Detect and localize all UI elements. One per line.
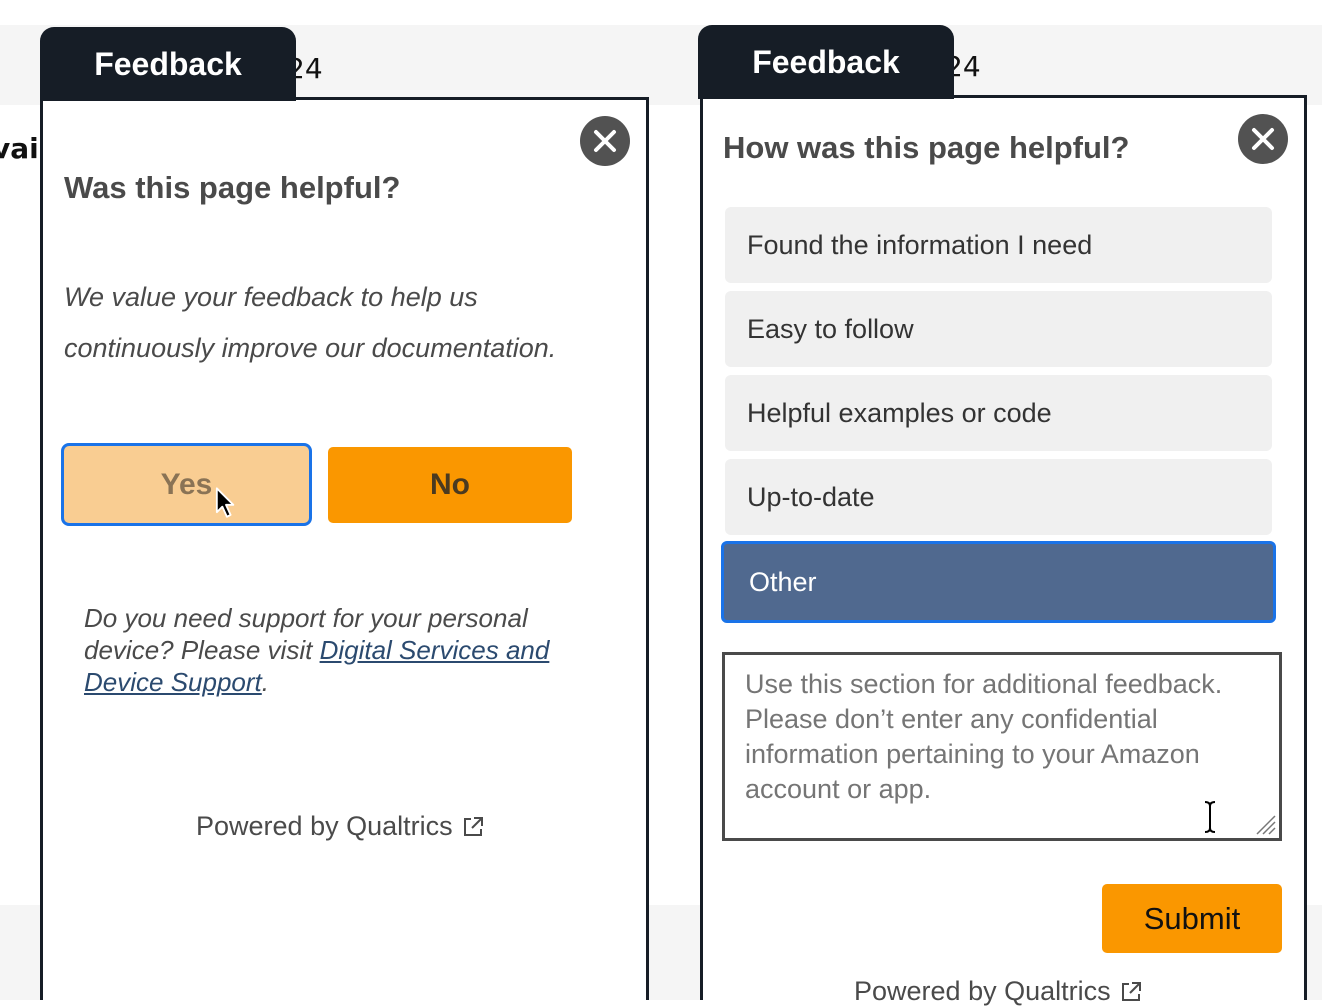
right-feedback-panel: How was this page helpful? Found the inf… <box>700 95 1307 1006</box>
option-other[interactable]: Other <box>721 541 1276 623</box>
yes-button[interactable]: Yes <box>61 443 312 526</box>
external-link-icon <box>463 816 483 836</box>
powered-by-link[interactable]: Powered by Qualtrics <box>196 811 485 842</box>
left-feedback-tab-label: Feedback <box>94 45 242 82</box>
option-label: Helpful examples or code <box>747 397 1052 428</box>
question-title: How was this page helpful? <box>723 130 1130 165</box>
no-button-label: No <box>430 468 470 501</box>
left-feedback-tab[interactable]: Feedback <box>40 27 296 101</box>
no-button[interactable]: No <box>328 447 572 523</box>
close-button[interactable] <box>1238 114 1288 164</box>
yes-button-label: Yes <box>160 467 213 501</box>
powered-by-label: Powered by Qualtrics <box>854 976 1111 1006</box>
arrow-cursor-icon <box>215 487 235 518</box>
question-title: Was this page helpful? <box>64 170 401 205</box>
close-icon <box>594 130 616 152</box>
support-link[interactable]: Digital Services and <box>320 635 550 665</box>
submit-button-label: Submit <box>1143 900 1241 936</box>
powered-by-label: Powered by Qualtrics <box>196 811 453 841</box>
support-line-1: Do you need support for your personal <box>84 603 528 633</box>
text-cursor-icon <box>1204 801 1216 833</box>
option-label: Found the information I need <box>747 229 1093 260</box>
support-suffix: . <box>261 667 269 697</box>
option-up-to-date[interactable]: Up-to-date <box>725 459 1272 535</box>
option-found-information[interactable]: Found the information I need <box>725 207 1272 283</box>
resize-grip-icon[interactable] <box>1251 810 1277 836</box>
right-feedback-tab[interactable]: Feedback <box>698 25 954 99</box>
support-link-part-2: Device Support <box>84 667 262 697</box>
left-feedback-panel: Was this page helpful? We value your fee… <box>40 97 649 1000</box>
submit-button[interactable]: Submit <box>1102 884 1282 953</box>
option-label: Up-to-date <box>747 481 875 512</box>
option-label: Other <box>749 566 817 597</box>
right-feedback-tab-label: Feedback <box>752 43 900 80</box>
intro-line-1: We value your feedback to help us <box>64 282 478 312</box>
close-icon <box>1252 128 1274 150</box>
support-link-continued[interactable]: Device Support <box>84 667 262 697</box>
option-label: Easy to follow <box>747 313 914 344</box>
support-line-2-prefix: device? Please visit <box>84 635 320 665</box>
powered-by-link[interactable]: Powered by Qualtrics <box>854 976 1143 1007</box>
support-text: Do you need support for your personal de… <box>84 602 604 698</box>
intro-text: We value your feedback to help us contin… <box>64 272 634 374</box>
intro-line-2: continuously improve our documentation. <box>64 333 557 363</box>
option-easy-to-follow[interactable]: Easy to follow <box>725 291 1272 367</box>
close-button[interactable] <box>580 116 630 166</box>
additional-feedback-textarea[interactable] <box>722 652 1282 841</box>
support-link-part-1: Digital Services and <box>319 635 550 665</box>
option-helpful-examples[interactable]: Helpful examples or code <box>725 375 1272 451</box>
